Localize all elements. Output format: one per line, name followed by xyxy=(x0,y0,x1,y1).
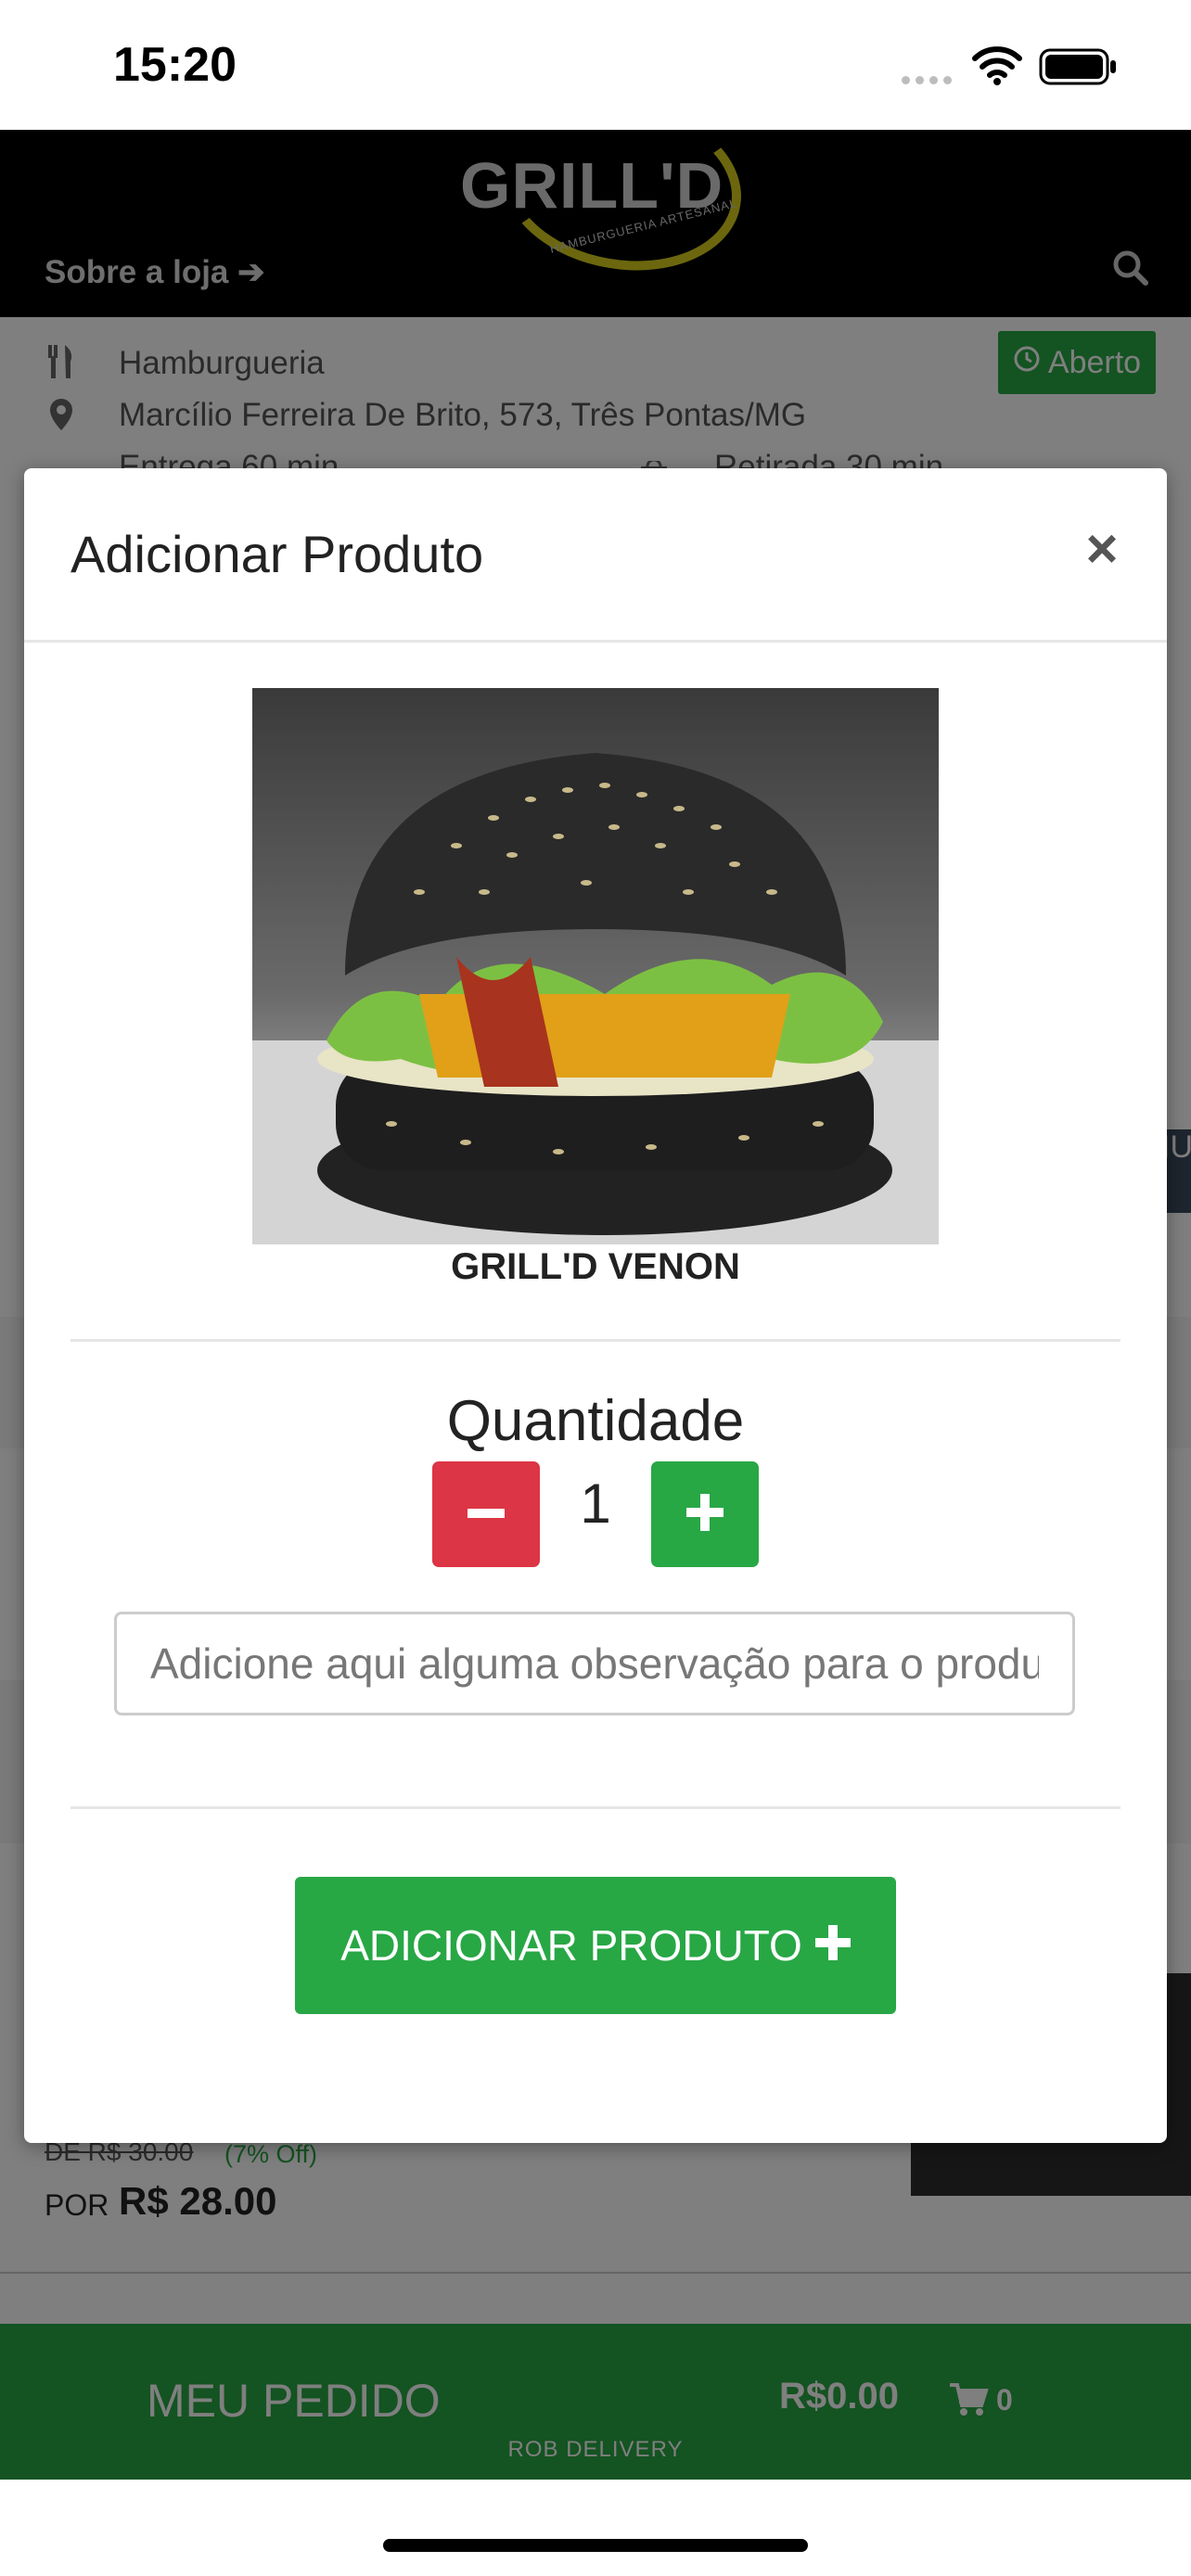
modal-title: Adicionar Produto xyxy=(70,525,484,583)
home-indicator[interactable] xyxy=(383,2539,808,2552)
section-divider xyxy=(70,1806,1121,1809)
plus-icon xyxy=(814,1920,851,1970)
product-name: GRILL'D VENON xyxy=(451,1246,740,1287)
minus-icon xyxy=(467,1506,505,1523)
observation-input[interactable] xyxy=(114,1612,1075,1715)
decrease-quantity-button[interactable] xyxy=(432,1461,540,1567)
product-image xyxy=(252,688,939,1244)
wifi-icon xyxy=(972,45,1022,90)
home-area xyxy=(0,2480,1191,2576)
battery-icon xyxy=(1039,46,1119,92)
modal-header-divider xyxy=(24,640,1167,643)
add-product-label: ADICIONAR PRODUTO xyxy=(340,1921,802,1970)
quantity-value: 1 xyxy=(580,1473,611,1535)
quantity-label: Quantidade xyxy=(446,1389,745,1453)
add-product-button[interactable]: ADICIONAR PRODUTO xyxy=(295,1877,896,2014)
status-time: 15:20 xyxy=(113,38,237,92)
plus-icon xyxy=(686,1493,724,1536)
section-divider xyxy=(70,1339,1121,1342)
close-icon[interactable]: × xyxy=(1076,521,1128,577)
cellular-signal-icon xyxy=(902,72,957,89)
increase-quantity-button[interactable] xyxy=(651,1461,759,1567)
